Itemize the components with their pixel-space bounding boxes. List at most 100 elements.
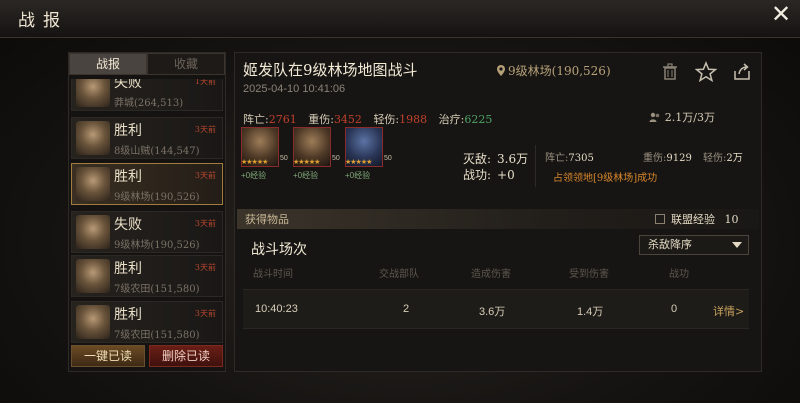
report-result: 失败 — [114, 217, 142, 233]
hero-card[interactable]: 50 ★★★★★ +0经验 — [241, 127, 291, 183]
enemy-light-label: 轻伤: — [703, 153, 727, 164]
col-dealt: 造成伤害 — [471, 269, 511, 280]
hero-card[interactable]: 50 ★★★★★ +0经验 — [345, 127, 395, 183]
page-title: 战报 — [18, 11, 68, 31]
delete-read-button[interactable]: 删除已读 — [149, 345, 223, 367]
merit-value: +0 — [497, 168, 515, 182]
battle-location-text: 9级林场(190,526) — [508, 64, 611, 78]
report-result: 胜利 — [114, 261, 142, 277]
report-time: 3天前 — [194, 309, 216, 318]
heal-label: 治疗: — [438, 113, 465, 126]
report-item[interactable]: 失败 9级林场(190,526) 3天前 — [71, 211, 223, 253]
report-item[interactable]: 胜利 7级农田(151,580) 3天前 — [71, 255, 223, 297]
location-pin-icon — [497, 65, 505, 76]
close-icon[interactable]: ✕ — [768, 2, 794, 28]
row-units: 2 — [403, 303, 410, 315]
report-result: 胜利 — [114, 169, 142, 185]
sort-dropdown[interactable]: 杀敌降序 — [639, 235, 749, 255]
merit-label: 战功: — [463, 168, 492, 182]
report-time: 3天前 — [194, 219, 216, 228]
enemy-heavy-value: 9129 — [666, 153, 692, 164]
rewards-label: 获得物品 — [245, 213, 289, 226]
sort-selected: 杀敌降序 — [648, 238, 692, 251]
enemy-heavy-label: 重伤: — [643, 153, 667, 164]
rounds-table-header: 战斗时间 交战部队 造成伤害 受到伤害 战功 — [249, 265, 749, 281]
report-location: 9级林场(190,526) — [114, 192, 200, 203]
hero-exp: +0经验 — [345, 171, 371, 180]
report-item-selected[interactable]: 胜利 9级林场(190,526) 3天前 — [71, 163, 223, 205]
hero-level: 50 — [332, 155, 340, 162]
row-time: 10:40:23 — [255, 303, 298, 315]
enemy-dead-label: 阵亡: — [545, 153, 569, 164]
hero-stars: ★★★★★ — [345, 158, 372, 166]
report-item[interactable]: 胜利 7级农田(151,580) 3天前 — [71, 301, 223, 343]
occupy-result: 占领领地[9级林场]成功 — [553, 173, 658, 184]
enemy-dead-value: 7305 — [568, 153, 594, 164]
detail-link[interactable]: 详情> — [713, 303, 744, 319]
report-list-panel: 战报 收藏 失败 莽城(264,513) 1天前 胜利 8级山贼(144,547… — [68, 52, 226, 372]
battle-detail-panel: 姬发队在9级林场地图战斗 2025-04-10 10:41:06 9级林场(19… — [234, 52, 762, 372]
hero-stars: ★★★★★ — [293, 158, 320, 166]
general-avatar — [76, 259, 110, 293]
divider — [535, 145, 536, 187]
general-avatar — [76, 305, 110, 339]
battle-summary: 灭敌: 3.6万 战功: +0 — [463, 151, 528, 183]
row-taken: 1.4万 — [577, 306, 604, 318]
report-result: 胜利 — [114, 307, 142, 323]
report-location: 9级林场(190,526) — [114, 240, 200, 251]
share-icon[interactable] — [731, 61, 753, 83]
mark-all-read-button[interactable]: 一键已读 — [71, 345, 145, 367]
kills-label: 灭敌: — [463, 152, 492, 166]
alliance-exp: 联盟经验 10 — [655, 211, 739, 227]
alliance-exp-label: 联盟经验 — [671, 213, 715, 226]
general-avatar — [76, 167, 110, 201]
troop-value: 2.1万/3万 — [664, 111, 715, 124]
table-row: 10:40:23 2 3.6万 1.4万 0 详情> — [243, 289, 749, 329]
tab-favorites[interactable]: 收藏 — [147, 53, 225, 75]
col-time: 战斗时间 — [253, 269, 293, 280]
enemy-light-value: 2万 — [726, 153, 743, 164]
report-time: 1天前 — [194, 79, 216, 86]
trash-icon[interactable] — [659, 61, 681, 83]
report-item[interactable]: 失败 莽城(264,513) 1天前 — [71, 79, 223, 111]
row-dealt: 3.6万 — [479, 306, 506, 318]
report-tabs: 战报 收藏 — [69, 53, 225, 75]
alliance-exp-icon — [655, 214, 665, 224]
report-item[interactable]: 胜利 8级山贼(144,547) 3天前 — [71, 117, 223, 159]
hero-stars: ★★★★★ — [241, 158, 268, 166]
hero-lineup: 50 ★★★★★ +0经验 50 ★★★★★ +0经验 50 ★★★★★ +0经… — [241, 127, 401, 183]
heal-value: 6225 — [464, 113, 493, 126]
hero-card[interactable]: 50 ★★★★★ +0经验 — [293, 127, 343, 183]
heavy-label: 重伤: — [308, 113, 334, 126]
star-icon[interactable] — [695, 61, 717, 83]
report-location: 莽城(264,513) — [114, 98, 184, 109]
rounds-title: 战斗场次 — [251, 242, 307, 258]
report-time: 3天前 — [194, 263, 216, 272]
battle-location-link[interactable]: 9级林场(190,526) — [497, 62, 611, 79]
col-taken: 受到伤害 — [569, 269, 609, 280]
tab-reports[interactable]: 战报 — [69, 53, 147, 75]
kills-value: 3.6万 — [497, 152, 529, 166]
general-avatar — [76, 121, 110, 155]
hero-exp: +0经验 — [293, 171, 319, 180]
report-result: 胜利 — [114, 123, 142, 139]
battle-title: 姬发队在9级林场地图战斗 — [243, 61, 418, 79]
troop-count: 2.1万/3万 — [649, 109, 715, 125]
report-list: 失败 莽城(264,513) 1天前 胜利 8级山贼(144,547) 3天前 … — [71, 79, 223, 369]
top-bar: 战报 ✕ — [0, 0, 800, 38]
general-avatar — [76, 215, 110, 249]
dead-label: 阵亡: — [243, 113, 269, 126]
own-losses-row: 阵亡:2761 重伤:3452 轻伤:1988 治疗:6225 — [243, 111, 492, 127]
heavy-value: 3452 — [333, 113, 362, 126]
alliance-exp-value: 10 — [724, 213, 739, 226]
hero-level: 50 — [280, 155, 288, 162]
general-avatar — [76, 79, 110, 107]
dropdown-arrow-icon — [732, 242, 742, 248]
report-result: 失败 — [114, 79, 142, 91]
col-units: 交战部队 — [379, 269, 419, 280]
row-merit: 0 — [671, 303, 678, 315]
light-value: 1988 — [399, 113, 428, 126]
light-label: 轻伤: — [373, 113, 400, 126]
report-time: 3天前 — [194, 125, 216, 134]
report-location: 8级山贼(144,547) — [114, 146, 200, 157]
